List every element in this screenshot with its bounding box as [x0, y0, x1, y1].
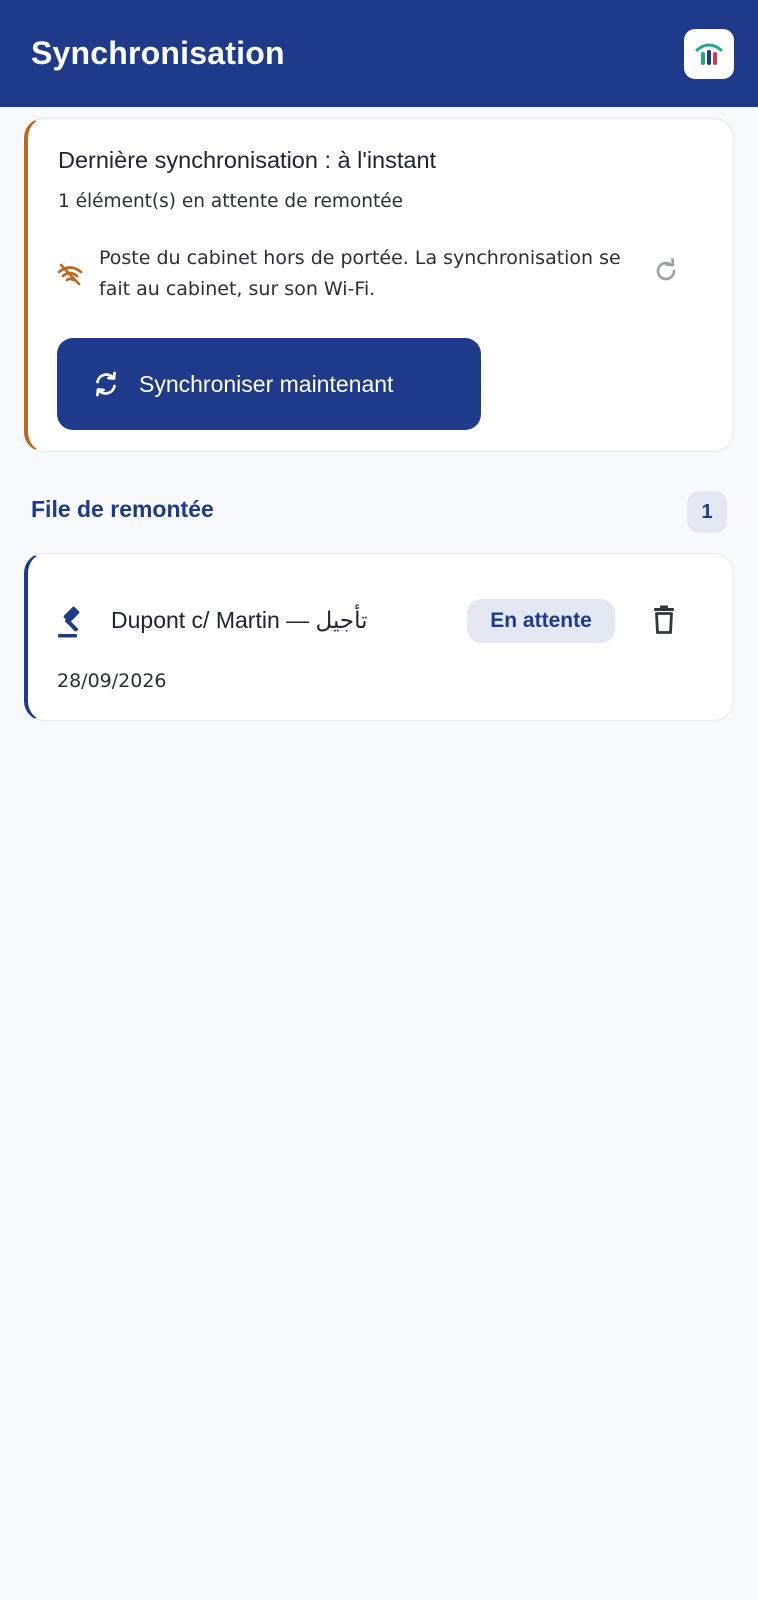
sync-icon	[91, 369, 121, 399]
offline-message: Poste du cabinet hors de portée. La sync…	[99, 247, 621, 300]
wifi-off-icon	[56, 261, 84, 289]
queue-item-title: تأجيل — Dupont c/ Martin	[111, 607, 368, 633]
status-badge: En attente	[467, 599, 615, 643]
chart-bars-logo-icon[interactable]	[684, 28, 734, 79]
queue-item-date: 28/09/2026	[57, 670, 167, 692]
page-title: Synchronisation	[31, 35, 285, 71]
refresh-icon[interactable]	[646, 251, 686, 291]
sync-status-card: Dernière synchronisation : à l'instant 1…	[24, 118, 734, 452]
sync-now-label: Synchroniser maintenant	[139, 370, 394, 397]
pending-count-text: 1 élément(s) en attente de remontée	[58, 191, 404, 212]
app-bar: Synchronisation	[0, 0, 758, 107]
queue-list-item[interactable]: تأجيل — Dupont c/ Martin En attente 28/0…	[24, 553, 734, 721]
sync-now-button[interactable]: Synchroniser maintenant	[57, 338, 481, 430]
trash-icon[interactable]	[644, 600, 684, 640]
queue-section-title: File de remontée	[31, 496, 214, 522]
queue-count-badge: 1	[687, 491, 727, 533]
gavel-icon	[55, 604, 91, 640]
last-sync-text: Dernière synchronisation : à l'instant	[58, 147, 437, 173]
